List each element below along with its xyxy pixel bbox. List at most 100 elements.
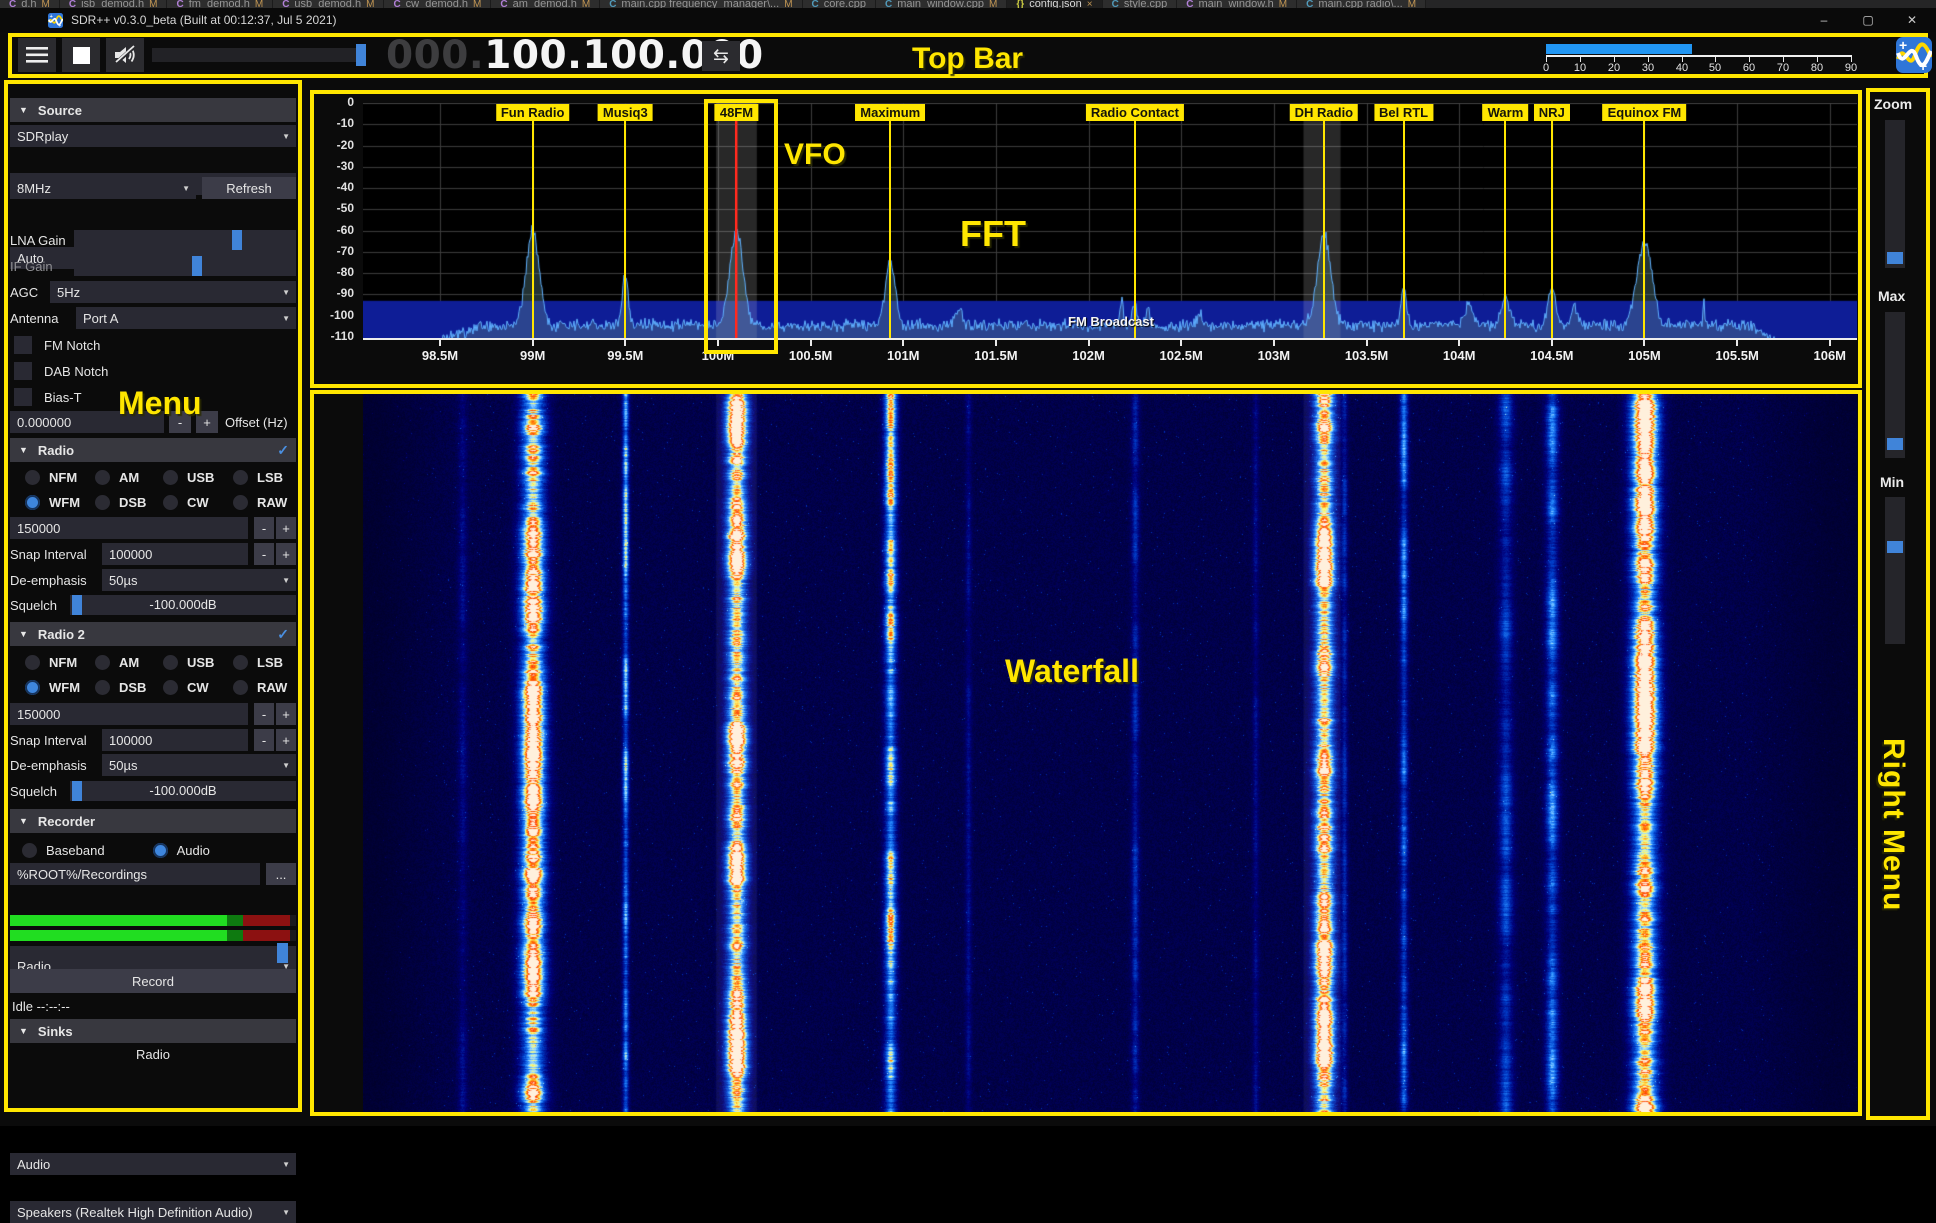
station-label[interactable]: Bel RTL xyxy=(1374,104,1433,121)
recorder-volume-slider[interactable] xyxy=(10,946,296,960)
snap-plus-button[interactable]: + xyxy=(276,729,296,751)
snap-input[interactable]: 100000 xyxy=(102,729,248,751)
mode-option-cw[interactable]: CW xyxy=(163,676,229,698)
deemphasis-dropdown[interactable]: 50µs▼ xyxy=(102,569,296,591)
mode-option-usb[interactable]: USB xyxy=(163,651,229,673)
mode-radio-button[interactable] xyxy=(233,470,248,485)
enabled-check-icon[interactable]: ✓ xyxy=(277,626,289,643)
station-label[interactable]: Warm xyxy=(1483,104,1529,121)
editor-tab[interactable]: Cmain_window.cppM xyxy=(876,0,1007,8)
station-label[interactable]: DH Radio xyxy=(1290,104,1359,121)
recorder-volume-handle[interactable] xyxy=(277,943,288,963)
mode-option-nfm[interactable]: NFM xyxy=(25,466,91,488)
bandwidth-plus-button[interactable]: + xyxy=(276,517,296,539)
mode-radio-button[interactable] xyxy=(233,655,248,670)
volume-slider-handle[interactable] xyxy=(356,44,366,66)
station-label[interactable]: 48FM xyxy=(715,104,758,121)
squelch-slider[interactable]: -100.000dB xyxy=(70,595,296,615)
recorder-section-header[interactable]: ▼ Recorder xyxy=(10,809,296,833)
mode-radio-button[interactable] xyxy=(25,680,40,695)
snap-plus-button[interactable]: + xyxy=(276,543,296,565)
agc-dropdown[interactable]: 5Hz▼ xyxy=(50,281,296,303)
min-slider-handle[interactable] xyxy=(1887,541,1903,553)
bandwidth-input[interactable]: 150000 xyxy=(10,517,248,539)
offset-plus-button[interactable]: + xyxy=(196,411,218,433)
bandwidth-input[interactable]: 150000 xyxy=(10,703,248,725)
mode-radio-button[interactable] xyxy=(25,495,40,510)
offset-minus-button[interactable]: - xyxy=(169,411,191,433)
baseband-radio-button[interactable] xyxy=(22,843,37,858)
editor-tab[interactable]: Cmain_window.hM xyxy=(1177,0,1297,8)
editor-tab[interactable]: {}config.json× xyxy=(1007,0,1102,8)
minimize-button[interactable]: – xyxy=(1802,8,1846,32)
mode-radio-button[interactable] xyxy=(95,495,110,510)
antenna-dropdown[interactable]: Port A▼ xyxy=(76,307,296,329)
bandwidth-plus-button[interactable]: + xyxy=(276,703,296,725)
station-label[interactable]: Radio Contact xyxy=(1086,104,1184,121)
max-slider[interactable] xyxy=(1885,312,1905,458)
mode-radio-button[interactable] xyxy=(233,680,248,695)
snap-minus-button[interactable]: - xyxy=(254,729,274,751)
editor-tab[interactable]: Ccw_demod.hM xyxy=(384,0,491,8)
mode-radio-button[interactable] xyxy=(233,495,248,510)
lna-gain-handle[interactable] xyxy=(232,230,242,250)
station-label[interactable]: NRJ xyxy=(1534,104,1570,121)
station-label[interactable]: Maximum xyxy=(855,104,925,121)
station-label[interactable]: Fun Radio xyxy=(496,104,570,121)
enabled-check-icon[interactable]: ✓ xyxy=(277,442,289,459)
bandwidth-minus-button[interactable]: - xyxy=(254,703,274,725)
source-driver-dropdown[interactable]: SDRplay▼ xyxy=(10,125,296,147)
mode-radio-button[interactable] xyxy=(25,655,40,670)
mode-radio-button[interactable] xyxy=(95,680,110,695)
radio2-section-header[interactable]: ▼ Radio 2 ✓ xyxy=(10,622,296,646)
snap-minus-button[interactable]: - xyxy=(254,543,274,565)
station-label[interactable]: Equinox FM xyxy=(1603,104,1687,121)
sink-type-dropdown[interactable]: Audio▼ xyxy=(10,1153,296,1175)
recording-path-input[interactable]: %ROOT%/Recordings xyxy=(10,863,260,885)
record-button[interactable]: Record xyxy=(10,969,296,993)
bias-t-checkbox[interactable] xyxy=(14,388,32,406)
zoom-slider[interactable] xyxy=(1885,120,1905,268)
mode-radio-button[interactable] xyxy=(95,470,110,485)
mode-option-wfm[interactable]: WFM xyxy=(25,676,91,698)
sink-device-dropdown[interactable]: Speakers (Realtek High Definition Audio)… xyxy=(10,1201,296,1223)
fm-notch-checkbox[interactable] xyxy=(14,336,32,354)
mode-option-raw[interactable]: RAW xyxy=(233,491,299,513)
squelch-slider[interactable]: -100.000dB xyxy=(70,781,296,801)
mode-option-raw[interactable]: RAW xyxy=(233,676,299,698)
mode-radio-button[interactable] xyxy=(163,495,178,510)
mode-option-nfm[interactable]: NFM xyxy=(25,651,91,673)
mode-option-lsb[interactable]: LSB xyxy=(233,466,299,488)
mode-option-am[interactable]: AM xyxy=(95,466,161,488)
source-section-header[interactable]: ▼ Source xyxy=(10,98,296,122)
mode-radio-button[interactable] xyxy=(163,680,178,695)
mode-option-lsb[interactable]: LSB xyxy=(233,651,299,673)
mode-radio-button[interactable] xyxy=(95,655,110,670)
editor-tab[interactable]: Cstyle.cpp xyxy=(1103,0,1178,8)
min-slider[interactable] xyxy=(1885,497,1905,644)
dab-notch-checkbox[interactable] xyxy=(14,362,32,380)
if-gain-handle[interactable] xyxy=(192,256,202,276)
mode-option-cw[interactable]: CW xyxy=(163,491,229,513)
radio-section-header[interactable]: ▼ Radio ✓ xyxy=(10,438,296,462)
mode-radio-button[interactable] xyxy=(25,470,40,485)
browse-button[interactable]: ... xyxy=(266,863,296,885)
tuning-mode-button[interactable]: ⇆ xyxy=(702,41,740,71)
station-label[interactable]: Musiq3 xyxy=(598,104,653,121)
editor-tab[interactable]: Ccore.cpp xyxy=(803,0,876,8)
close-button[interactable]: ✕ xyxy=(1890,8,1934,32)
sinks-section-header[interactable]: ▼ Sinks xyxy=(10,1019,296,1043)
max-slider-handle[interactable] xyxy=(1887,438,1903,450)
mode-option-dsb[interactable]: DSB xyxy=(95,491,161,513)
zoom-slider-handle[interactable] xyxy=(1887,252,1903,264)
lna-gain-slider[interactable] xyxy=(74,230,296,250)
waterfall[interactable] xyxy=(363,393,1857,1112)
mode-option-usb[interactable]: USB xyxy=(163,466,229,488)
editor-tab[interactable]: Cmain.cpp radio\...M xyxy=(1297,0,1426,8)
mode-option-dsb[interactable]: DSB xyxy=(95,676,161,698)
fft-plot[interactable] xyxy=(363,103,1857,338)
offset-input[interactable]: 0.000000 xyxy=(10,411,164,433)
editor-tab[interactable]: Cam_demod.hM xyxy=(491,0,600,8)
bandwidth-minus-button[interactable]: - xyxy=(254,517,274,539)
mode-radio-button[interactable] xyxy=(163,470,178,485)
